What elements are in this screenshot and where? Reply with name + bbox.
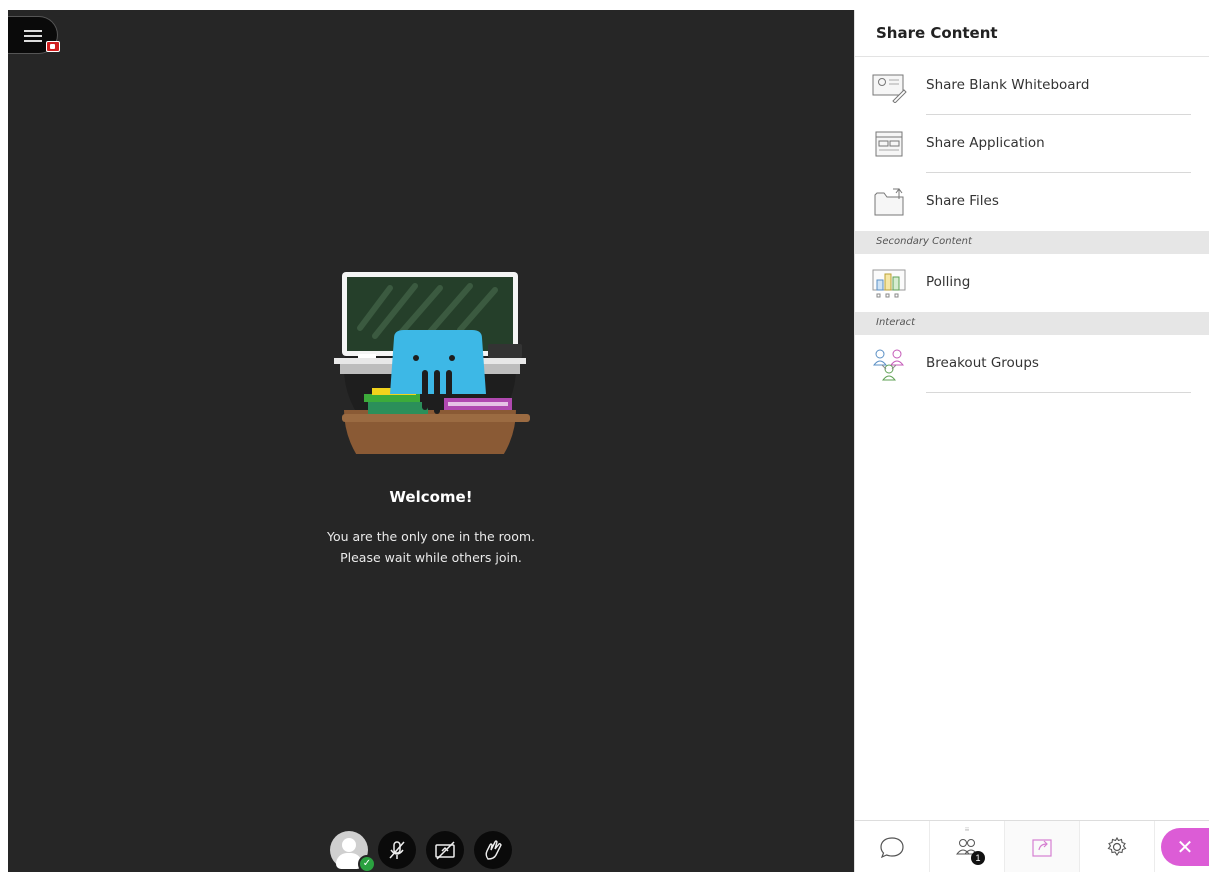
polling-item[interactable]: Polling bbox=[855, 254, 1209, 312]
session-menu-button[interactable] bbox=[8, 16, 60, 54]
camera-button[interactable] bbox=[426, 831, 464, 869]
divider bbox=[926, 392, 1191, 393]
polling-label: Polling bbox=[926, 274, 971, 290]
media-controls: ✓ bbox=[330, 830, 512, 872]
tab-attendees[interactable]: ≡ 1 bbox=[930, 821, 1005, 872]
breakout-groups-label: Breakout Groups bbox=[926, 355, 1039, 371]
microphone-button[interactable] bbox=[378, 831, 416, 869]
share-application-label: Share Application bbox=[926, 135, 1045, 151]
mic-off-icon bbox=[389, 841, 405, 859]
recording-icon bbox=[46, 41, 60, 52]
section-label: Interact bbox=[876, 317, 916, 328]
classroom-illustration bbox=[334, 272, 530, 454]
polling-icon bbox=[872, 269, 906, 298]
camera-off-icon bbox=[435, 841, 455, 860]
tab-chat[interactable] bbox=[855, 821, 930, 872]
share-content-panel: Share Content Share Blank Whiteboard Sha… bbox=[854, 10, 1209, 872]
raise-hand-icon bbox=[485, 840, 502, 860]
panel-tab-bar: ≡ 1 bbox=[855, 820, 1209, 872]
files-icon bbox=[874, 188, 904, 216]
chat-icon bbox=[880, 836, 904, 858]
whiteboard-icon bbox=[872, 74, 907, 103]
close-panel-button[interactable]: ✕ bbox=[1161, 828, 1209, 866]
breakout-groups-icon bbox=[872, 349, 905, 381]
secondary-content-header: Secondary Content bbox=[855, 231, 1209, 254]
section-label: Secondary Content bbox=[876, 236, 972, 247]
check-icon: ✓ bbox=[358, 855, 376, 872]
share-files-item[interactable]: Share Files bbox=[855, 173, 1209, 231]
share-files-label: Share Files bbox=[926, 193, 999, 209]
main-stage: Welcome! You are the only one in the roo… bbox=[8, 10, 854, 872]
share-blank-whiteboard-label: Share Blank Whiteboard bbox=[926, 77, 1090, 93]
settings-icon bbox=[1107, 836, 1127, 856]
grip-icon: ≡ bbox=[964, 825, 970, 834]
profile-button[interactable]: ✓ bbox=[330, 831, 376, 872]
interact-header: Interact bbox=[855, 312, 1209, 335]
welcome-message-line1: You are the only one in the room. bbox=[326, 529, 535, 544]
share-application-item[interactable]: Share Application bbox=[855, 115, 1209, 173]
panel-title: Share Content bbox=[876, 24, 998, 42]
avatar-icon bbox=[342, 838, 356, 852]
share-blank-whiteboard-item[interactable]: Share Blank Whiteboard bbox=[855, 57, 1209, 115]
welcome-title: Welcome! bbox=[389, 488, 473, 506]
tab-share-content[interactable] bbox=[1005, 821, 1080, 872]
breakout-groups-item[interactable]: Breakout Groups bbox=[855, 335, 1209, 393]
welcome-message-line2: Please wait while others join. bbox=[340, 550, 522, 565]
application-icon bbox=[875, 131, 903, 157]
close-icon: ✕ bbox=[1176, 836, 1194, 859]
attendee-count-badge: 1 bbox=[971, 851, 985, 865]
tab-settings[interactable] bbox=[1080, 821, 1155, 872]
share-content-icon bbox=[1032, 838, 1052, 857]
hamburger-icon bbox=[24, 30, 42, 42]
raise-hand-button[interactable] bbox=[474, 831, 512, 869]
